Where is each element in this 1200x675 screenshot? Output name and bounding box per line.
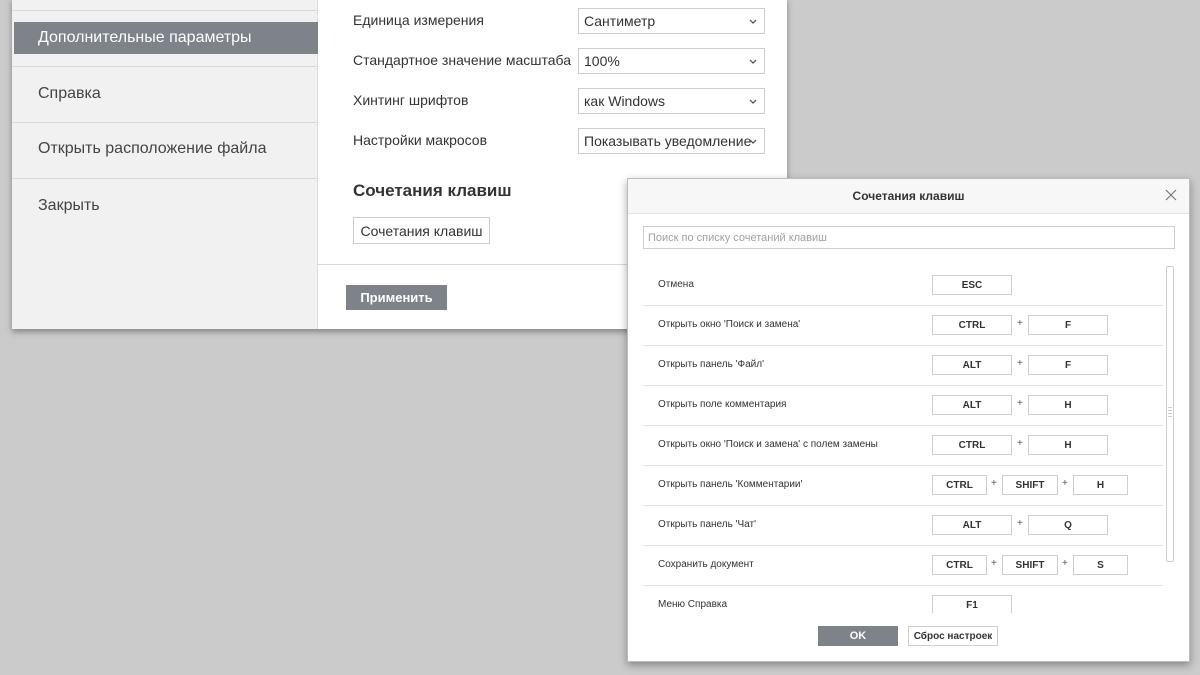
- select-value: Сантиметр: [584, 13, 656, 29]
- sidebar-item-label: Справка: [38, 85, 101, 102]
- shortcut-row[interactable]: Открыть панель 'Чат' ALT + Q: [643, 506, 1163, 546]
- key-badge: SHIFT: [1002, 475, 1058, 495]
- key-badge: ALT: [932, 355, 1012, 375]
- key-badge: F: [1028, 355, 1108, 375]
- reset-settings-button[interactable]: Сброс настроек: [908, 626, 998, 646]
- key-badge: F1: [932, 595, 1012, 613]
- shortcut-label: Открыть панель 'Чат': [658, 519, 757, 530]
- zoom-select[interactable]: 100%: [578, 48, 765, 74]
- shortcut-label: Сохранить документ: [658, 559, 754, 570]
- dialog-header: Сочетания клавиш: [628, 179, 1189, 214]
- font-hinting-select[interactable]: как Windows: [578, 88, 765, 114]
- sidebar-divider: [12, 178, 317, 179]
- plus-sign: +: [991, 558, 997, 569]
- shortcut-label: Открыть панель 'Файл': [658, 359, 765, 370]
- plus-sign: +: [1017, 358, 1023, 369]
- plus-sign: +: [1017, 438, 1023, 449]
- scrollbar-grip: [1168, 407, 1172, 419]
- shortcut-row[interactable]: Открыть панель 'Файл' ALT + F: [643, 346, 1163, 386]
- shortcuts-section-title: Сочетания клавиш: [353, 181, 512, 200]
- zoom-label: Стандартное значение масштаба: [353, 52, 572, 68]
- select-value: Показывать уведомление: [584, 133, 752, 149]
- font-hinting-label: Хинтинг шрифтов: [353, 92, 469, 108]
- shortcuts-list: Отмена ESC Открыть окно 'Поиск и замена'…: [643, 266, 1175, 613]
- key-badge: ESC: [932, 275, 1012, 295]
- shortcut-row[interactable]: Открыть окно 'Поиск и замена' с полем за…: [643, 426, 1163, 466]
- shortcut-label: Открыть окно 'Поиск и замена': [658, 319, 801, 330]
- sidebar-item-open-file-location[interactable]: Открыть расположение файла: [14, 133, 317, 165]
- key-badge: CTRL: [932, 555, 987, 575]
- sidebar: Дополнительные параметры Справка Открыть…: [12, 0, 318, 329]
- sidebar-item-label: Дополнительные параметры: [38, 29, 252, 46]
- plus-sign: +: [1017, 318, 1023, 329]
- ok-button[interactable]: OK: [818, 626, 898, 646]
- key-badge: H: [1073, 475, 1128, 495]
- sidebar-divider: [12, 10, 317, 11]
- plus-sign: +: [991, 478, 997, 489]
- key-badge: ALT: [932, 515, 1012, 535]
- unit-select[interactable]: Сантиметр: [578, 8, 765, 34]
- plus-sign: +: [1062, 558, 1068, 569]
- keyboard-shortcuts-button[interactable]: Сочетания клавиш: [353, 217, 490, 244]
- dialog-title: Сочетания клавиш: [852, 189, 965, 203]
- plus-sign: +: [1062, 478, 1068, 489]
- unit-label: Единица измерения: [353, 12, 484, 28]
- select-value: как Windows: [584, 93, 666, 109]
- macros-label: Настройки макросов: [353, 132, 488, 148]
- sidebar-item-advanced-settings[interactable]: Дополнительные параметры: [14, 22, 318, 54]
- key-badge: Q: [1028, 515, 1108, 535]
- chevron-down-icon: [749, 59, 757, 64]
- sidebar-item-label: Закрыть: [38, 197, 100, 214]
- key-badge: ALT: [932, 395, 1012, 415]
- shortcut-label: Меню Справка: [658, 599, 728, 610]
- plus-sign: +: [1017, 518, 1023, 529]
- key-badge: CTRL: [932, 315, 1012, 335]
- key-badge: CTRL: [932, 435, 1012, 455]
- shortcut-row[interactable]: Отмена ESC: [643, 266, 1163, 306]
- key-badge: CTRL: [932, 475, 987, 495]
- shortcut-label: Отмена: [658, 279, 694, 290]
- shortcut-row[interactable]: Сохранить документ CTRL + SHIFT + S: [643, 546, 1163, 586]
- key-badge: S: [1073, 555, 1128, 575]
- sidebar-item-label: Открыть расположение файла: [38, 140, 267, 157]
- shortcut-label: Открыть окно 'Поиск и замена' с полем за…: [658, 439, 878, 450]
- shortcuts-dialog: Сочетания клавиш Отмена ESC Открыть окно…: [627, 178, 1190, 662]
- sidebar-item-help[interactable]: Справка: [14, 78, 317, 110]
- sidebar-divider: [12, 66, 317, 67]
- sidebar-divider: [12, 122, 317, 123]
- shortcut-row[interactable]: Открыть панель 'Комментарии' CTRL + SHIF…: [643, 466, 1163, 506]
- shortcut-row[interactable]: Открыть окно 'Поиск и замена' CTRL + F: [643, 306, 1163, 346]
- shortcut-label: Открыть поле комментария: [658, 399, 787, 410]
- key-badge: F: [1028, 315, 1108, 335]
- chevron-down-icon: [749, 19, 757, 24]
- plus-sign: +: [1017, 398, 1023, 409]
- key-badge: SHIFT: [1002, 555, 1058, 575]
- select-value: 100%: [584, 53, 620, 69]
- chevron-down-icon: [749, 139, 757, 144]
- apply-button[interactable]: Применить: [346, 285, 447, 310]
- shortcut-row[interactable]: Открыть поле комментария ALT + H: [643, 386, 1163, 426]
- chevron-down-icon: [749, 99, 757, 104]
- close-icon[interactable]: [1165, 189, 1177, 201]
- sidebar-item-close[interactable]: Закрыть: [14, 190, 317, 222]
- macros-select[interactable]: Показывать уведомление: [578, 128, 765, 154]
- key-badge: H: [1028, 435, 1108, 455]
- scrollbar[interactable]: [1166, 266, 1174, 562]
- shortcut-label: Открыть панель 'Комментарии': [658, 479, 803, 490]
- key-badge: H: [1028, 395, 1108, 415]
- shortcut-row[interactable]: Меню Справка F1: [643, 586, 1163, 613]
- shortcuts-search-input[interactable]: [643, 226, 1175, 249]
